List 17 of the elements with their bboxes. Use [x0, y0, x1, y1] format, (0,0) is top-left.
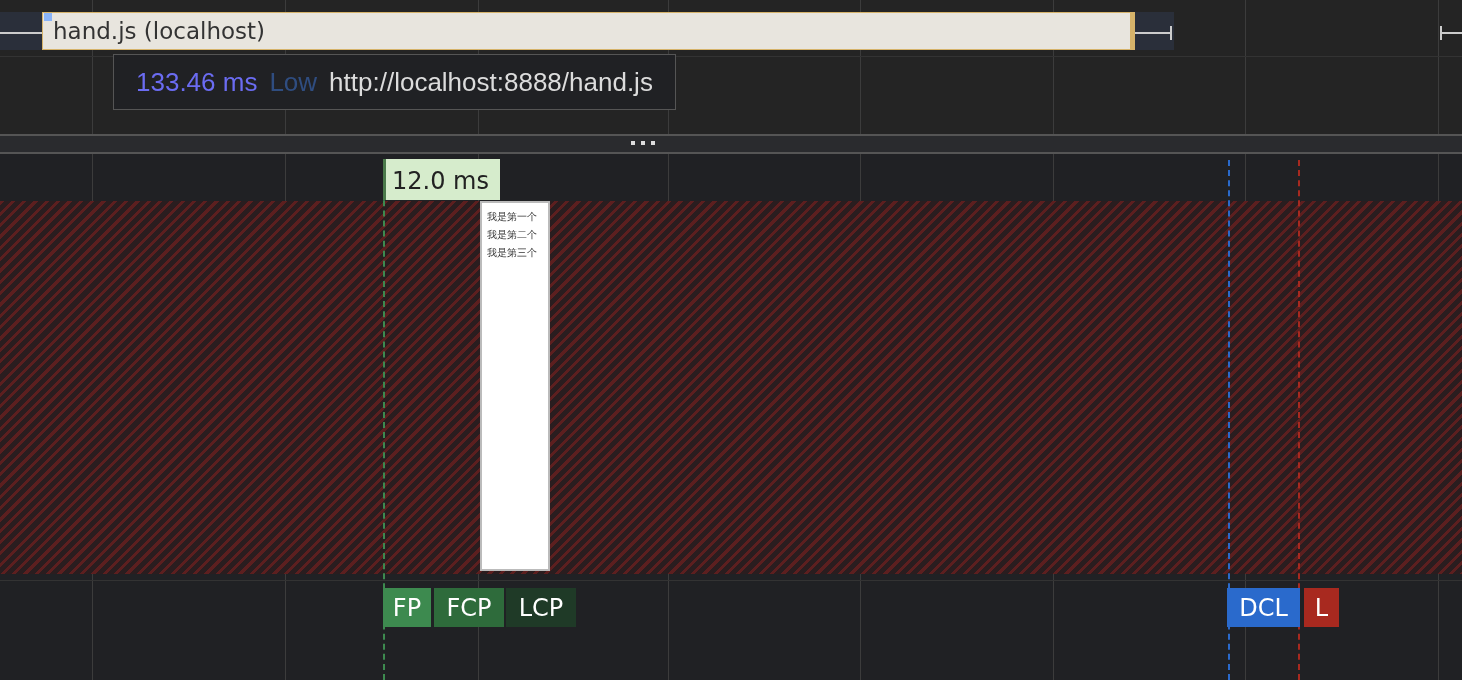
screenshot-text: 我是第二个	[487, 229, 538, 241]
timing-marker[interactable]: FCP	[434, 588, 504, 627]
wait-whisker	[0, 32, 42, 34]
timing-marker[interactable]: DCL	[1227, 588, 1300, 627]
timing-marker[interactable]: L	[1304, 588, 1339, 627]
timing-marker[interactable]: FP	[383, 588, 431, 627]
network-request-bar[interactable]: hand.js (localhost)	[42, 12, 1135, 50]
resize-handle-icon[interactable]	[631, 140, 655, 146]
request-duration: 133.46 ms	[136, 66, 258, 98]
screenshot-thumbnail[interactable]: 我是第一个 我是第二个 我是第三个	[480, 201, 550, 571]
screenshot-text: 我是第一个	[487, 211, 538, 223]
frame-duration[interactable]: 12.0 ms	[383, 159, 500, 200]
request-priority: Low	[269, 66, 318, 98]
priority-marker-icon	[44, 13, 52, 21]
request-url: http://localhost:8888/hand.js	[329, 66, 653, 98]
timing-marker[interactable]: LCP	[506, 588, 576, 627]
screenshot-text: 我是第三个	[487, 247, 538, 259]
